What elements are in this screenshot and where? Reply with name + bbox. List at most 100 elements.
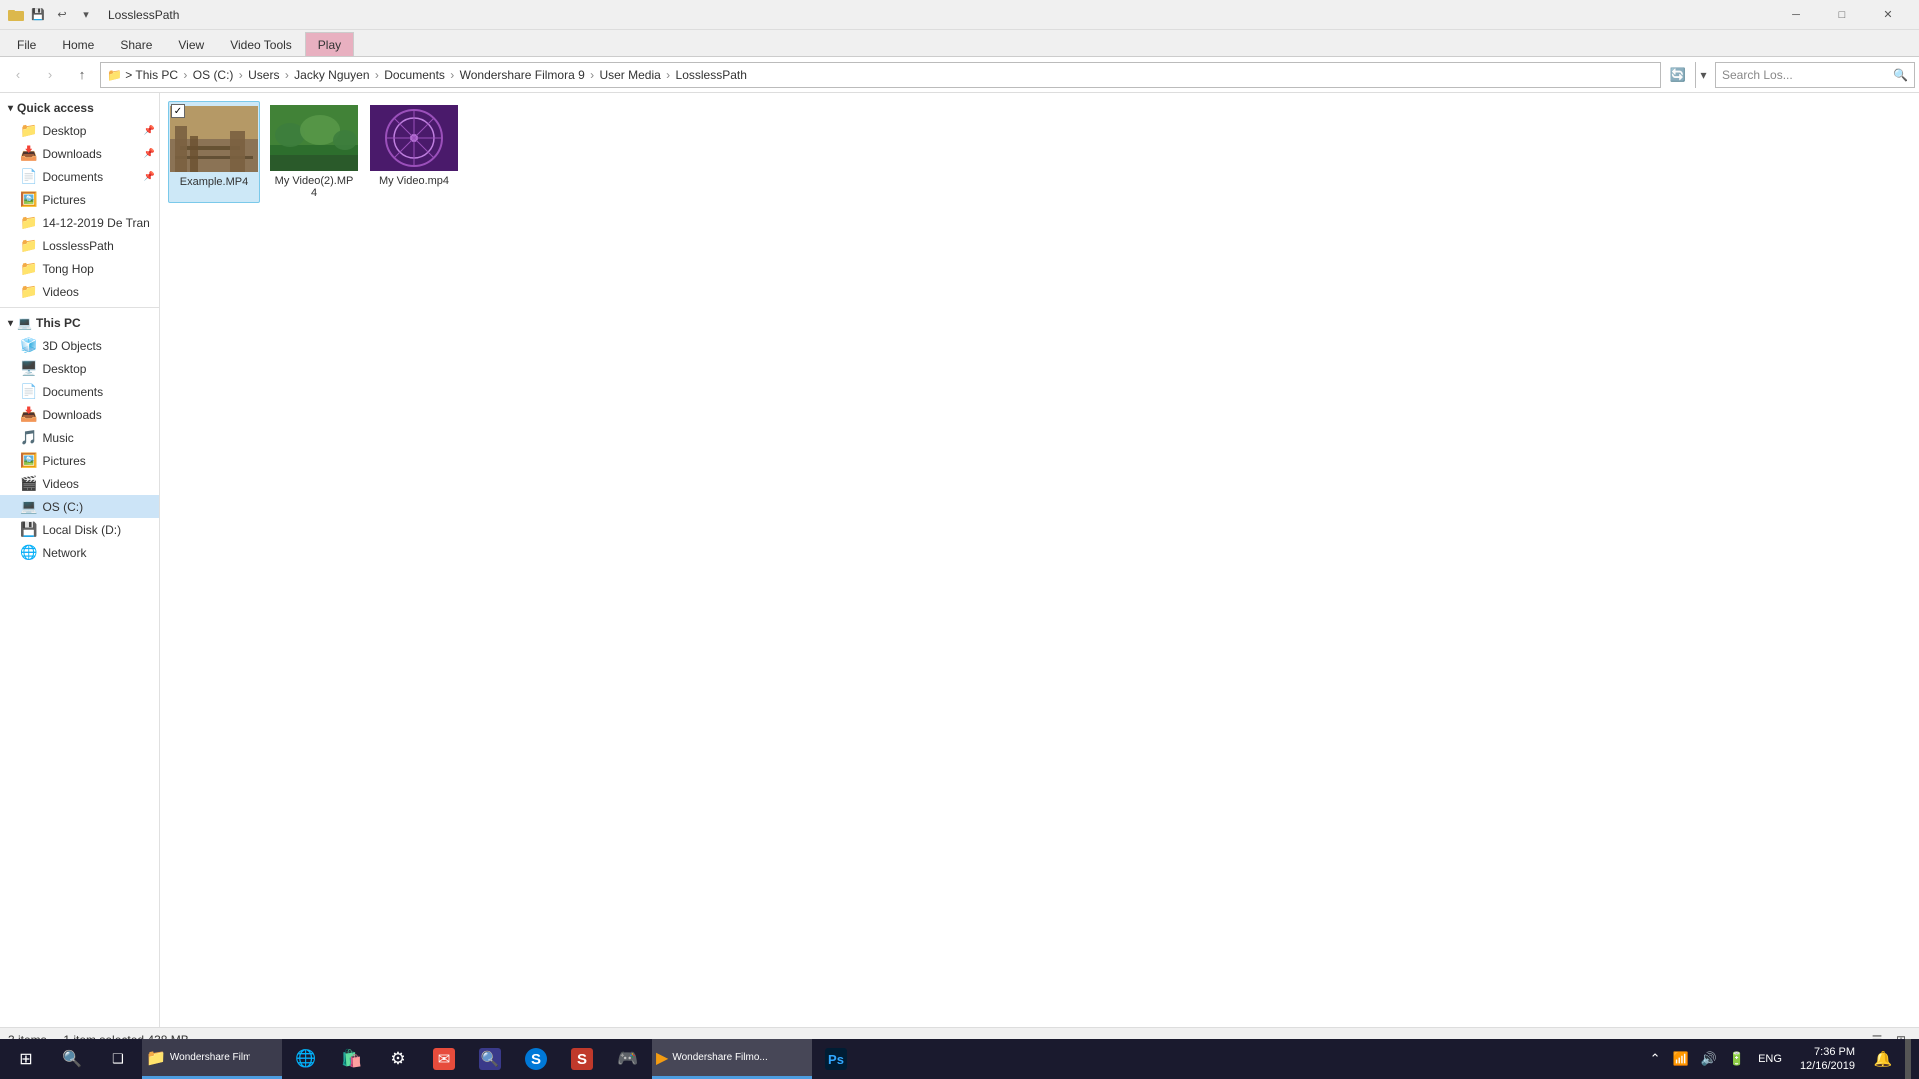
tab-video-tools[interactable]: Video Tools: [217, 32, 305, 56]
pin-icon: 📌: [144, 148, 155, 159]
task-view-button[interactable]: ❑: [96, 1039, 140, 1079]
start-button[interactable]: ⊞: [4, 1039, 48, 1079]
search-box[interactable]: Search Los... 🔍: [1715, 62, 1915, 88]
taskbar-app-chrome[interactable]: 🌐: [284, 1039, 328, 1079]
sidebar-item-locald[interactable]: 💾 Local Disk (D:): [0, 518, 159, 541]
sidebar-item-desktop-pc[interactable]: 🖥️ Desktop: [0, 357, 159, 380]
chrome-icon: 🌐: [295, 1049, 316, 1069]
sidebar: ▾ Quick access 📁 Desktop 📌 📥 Downloads 📌…: [0, 93, 160, 1028]
sidebar-item-network[interactable]: 🌐 Network: [0, 541, 159, 564]
file-checkbox[interactable]: ✓: [171, 104, 185, 118]
sidebar-item-label: Pictures: [42, 454, 85, 468]
sidebar-item-label: Desktop: [42, 124, 86, 138]
tab-file[interactable]: File: [4, 32, 49, 56]
folder-icon: 📁: [20, 260, 37, 277]
filmora-label: Wondershare Filmo...: [672, 1052, 767, 1063]
taskbar-app-filmora[interactable]: ▶ Wondershare Filmo...: [652, 1039, 812, 1079]
refresh-button[interactable]: 🔄: [1665, 62, 1691, 88]
quick-access-header[interactable]: ▾ Quick access: [0, 97, 159, 119]
maximize-button[interactable]: □: [1819, 0, 1865, 30]
sidebar-item-videos-qa[interactable]: 📁 Videos: [0, 280, 159, 303]
bc-jacky[interactable]: Jacky Nguyen: [294, 68, 369, 82]
bc-lossless[interactable]: LosslessPath: [676, 68, 747, 82]
tray-battery[interactable]: 🔋: [1726, 1051, 1748, 1067]
desktop-pc-icon: 🖥️: [20, 360, 37, 377]
tray-wifi[interactable]: 📶: [1670, 1051, 1692, 1067]
sidebar-item-desktop[interactable]: 📁 Desktop 📌: [0, 119, 159, 142]
tab-home[interactable]: Home: [49, 32, 107, 56]
downloads-pc-icon: 📥: [20, 406, 37, 423]
ribbon-tab-bar: File Home Share View Video Tools Play: [0, 30, 1919, 56]
taskbar-app-slidshow[interactable]: S: [560, 1039, 604, 1079]
notification-button[interactable]: 🔔: [1869, 1045, 1897, 1073]
sidebar-item-losslesspath[interactable]: 📁 LosslessPath: [0, 234, 159, 257]
qat-undo[interactable]: ↩: [52, 5, 72, 25]
locald-icon: 💾: [20, 521, 37, 538]
file-item-myvideo[interactable]: My Video.mp4: [368, 101, 460, 203]
forward-button[interactable]: ›: [36, 61, 64, 89]
file-item-myvideo2[interactable]: My Video(2).MP4: [268, 101, 360, 203]
taskbar-app-photoshop[interactable]: Ps: [814, 1039, 858, 1079]
tray-chevron[interactable]: ⌃: [1647, 1051, 1664, 1067]
sidebar-item-videos-pc[interactable]: 🎬 Videos: [0, 472, 159, 495]
sidebar-item-pictures-pc[interactable]: 🖼️ Pictures: [0, 449, 159, 472]
taskbar-app-settings[interactable]: ⚙: [376, 1039, 420, 1079]
bc-thispc[interactable]: 📁 > This PC: [107, 68, 178, 82]
taskbar-app-skype[interactable]: S: [514, 1039, 558, 1079]
sidebar-item-label: Pictures: [42, 193, 85, 207]
sidebar-item-3dobjects[interactable]: 🧊 3D Objects: [0, 334, 159, 357]
file-name: My Video.mp4: [379, 175, 449, 187]
sidebar-item-music[interactable]: 🎵 Music: [0, 426, 159, 449]
tab-view[interactable]: View: [165, 32, 217, 56]
sidebar-item-downloads-pc[interactable]: 📥 Downloads: [0, 403, 159, 426]
sidebar-item-14dec[interactable]: 📁 14-12-2019 De Tran: [0, 211, 159, 234]
close-button[interactable]: ✕: [1865, 0, 1911, 30]
search-button[interactable]: 🔍: [50, 1039, 94, 1079]
qat-dropdown[interactable]: ▾: [76, 5, 96, 25]
taskbar-app-mail[interactable]: ✉: [422, 1039, 466, 1079]
sidebar-item-downloads[interactable]: 📥 Downloads 📌: [0, 142, 159, 165]
bc-docs[interactable]: Documents: [384, 68, 445, 82]
folder-icon: 📁: [20, 237, 37, 254]
quick-access-arrow: ▾: [8, 103, 13, 114]
sidebar-item-documents[interactable]: 📄 Documents 📌: [0, 165, 159, 188]
file-grid: ✓ Example.MP4: [168, 101, 1911, 203]
settings-icon: ⚙: [390, 1049, 405, 1069]
tab-share[interactable]: Share: [107, 32, 165, 56]
qat-save[interactable]: 💾: [28, 5, 48, 25]
sidebar-item-documents-pc[interactable]: 📄 Documents: [0, 380, 159, 403]
back-button[interactable]: ‹: [4, 61, 32, 89]
address-dropdown[interactable]: ▾: [1695, 62, 1711, 88]
sidebar-item-label: Documents: [42, 170, 103, 184]
tray-volume[interactable]: 🔊: [1698, 1051, 1720, 1067]
tab-play[interactable]: Play: [305, 32, 354, 56]
up-button[interactable]: ↑: [68, 61, 96, 89]
minimize-button[interactable]: ─: [1773, 0, 1819, 30]
this-pc-arrow: ▾: [8, 318, 13, 329]
this-pc-header[interactable]: ▾ 💻 This PC: [0, 312, 159, 334]
sidebar-item-label: Documents: [42, 385, 103, 399]
this-pc-label: This PC: [36, 316, 81, 330]
taskbar-clock[interactable]: 7:36 PM 12/16/2019: [1792, 1045, 1863, 1074]
sidebar-item-pictures[interactable]: 🖼️ Pictures: [0, 188, 159, 211]
sidebar-item-label: LosslessPath: [42, 239, 113, 253]
taskbar-app-game[interactable]: 🎮: [606, 1039, 650, 1079]
address-bar[interactable]: 📁 > This PC › OS (C:) › Users › Jacky Ng…: [100, 62, 1661, 88]
tray-lang[interactable]: ENG: [1754, 1053, 1786, 1065]
mail-icon: ✉: [433, 1048, 455, 1070]
taskbar-app-losslesspath[interactable]: 📁 Wondershare Filmo...: [142, 1039, 282, 1079]
show-desktop-button[interactable]: [1905, 1039, 1911, 1079]
bc-usermedia[interactable]: User Media: [599, 68, 660, 82]
sidebar-item-osc[interactable]: 💻 OS (C:): [0, 495, 159, 518]
taskbar-app-5[interactable]: 🔍: [468, 1039, 512, 1079]
videos-pc-icon: 🎬: [20, 475, 37, 492]
bc-osc[interactable]: OS (C:): [193, 68, 234, 82]
bc-users[interactable]: Users: [248, 68, 279, 82]
file-item-example[interactable]: ✓ Example.MP4: [168, 101, 260, 203]
sidebar-item-tonghop[interactable]: 📁 Tong Hop: [0, 257, 159, 280]
quick-access-label: Quick access: [17, 101, 94, 115]
bc-filmora[interactable]: Wondershare Filmora 9: [460, 68, 585, 82]
taskbar-app-store[interactable]: 🛍️: [330, 1039, 374, 1079]
photoshop-icon: Ps: [825, 1048, 847, 1070]
3dobjects-icon: 🧊: [20, 337, 37, 354]
